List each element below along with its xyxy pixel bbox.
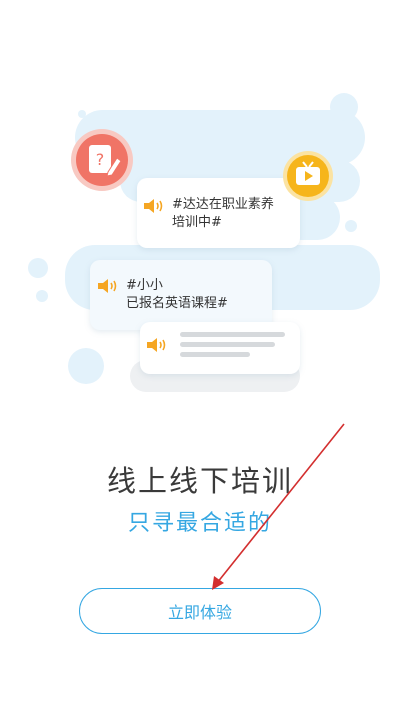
page-title: 线上线下培训 [106, 464, 293, 498]
bg-dot [300, 128, 314, 142]
tv-play-icon [283, 151, 333, 201]
card-message-1: #达达在职业素养 培训中# [172, 197, 274, 230]
question-note-icon: ? [71, 129, 133, 191]
placeholder-line [180, 352, 250, 357]
placeholder-line [180, 342, 275, 347]
speaker-icon [147, 338, 166, 352]
try-now-button[interactable]: 立即体验 [79, 588, 321, 634]
bg-dot [68, 348, 104, 384]
page-subtitle: 只寻最合适的 [127, 511, 272, 536]
card-message-2: #小小 已报名英语课程# [126, 278, 228, 311]
bg-dot [28, 258, 48, 278]
bg-dot [345, 220, 357, 232]
bg-dot [78, 110, 86, 118]
bg-dot [330, 93, 358, 121]
speaker-icon [98, 279, 117, 293]
speaker-icon [144, 199, 163, 213]
svg-text:?: ? [96, 150, 105, 169]
bg-dot [36, 290, 48, 302]
placeholder-line [180, 332, 285, 337]
